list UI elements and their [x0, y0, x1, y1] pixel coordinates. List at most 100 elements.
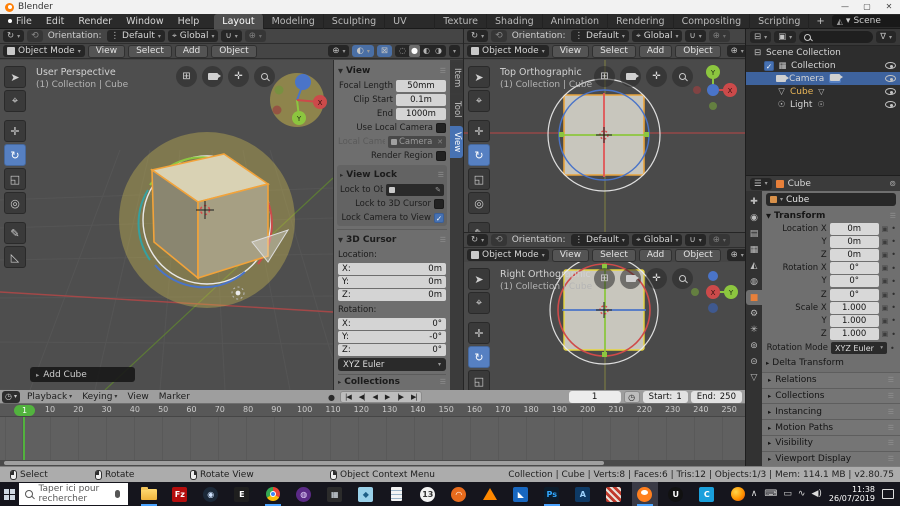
gizmos-dropdown[interactable]: ⊕▾	[727, 249, 745, 261]
cursor-rotation-mode-dropdown[interactable]: XYZ Euler ▾	[338, 358, 446, 371]
display-mode-dropdown[interactable]: ▣▾	[774, 31, 796, 43]
orientation-sync-icon[interactable]: ⟲	[491, 234, 507, 246]
decorator-icon[interactable]: ▣	[882, 304, 889, 312]
taskbar-app-blender[interactable]	[632, 482, 658, 506]
field-value[interactable]: 1.000	[830, 328, 879, 340]
properties-tab-view-layer[interactable]: ▦	[746, 242, 762, 257]
cursor-rot-z[interactable]: Z:0°	[338, 344, 446, 356]
taskbar-app-epic-games[interactable]: E	[229, 482, 255, 506]
render-region-checkbox[interactable]	[436, 151, 446, 161]
panel-viewport-display[interactable]: ▸Viewport Display☰	[762, 451, 900, 466]
rotation-mode-dropdown[interactable]: XYZ Euler▾	[831, 342, 887, 354]
viewport-menu-select[interactable]: Select	[128, 45, 172, 58]
decorator-icon[interactable]: ▣	[882, 251, 889, 259]
shading-solid-button[interactable]: ●	[409, 45, 420, 57]
tool-measure[interactable]: ◺	[4, 246, 26, 268]
jump-to-end-button[interactable]: ▶|	[407, 393, 421, 401]
outliner-item-light[interactable]: ☉Light☉	[746, 98, 900, 111]
operator-panel[interactable]: ▸ Add Cube	[30, 367, 135, 382]
drag-handle-icon[interactable]: ☰	[438, 171, 444, 179]
properties-tab-render[interactable]: ◉	[746, 210, 762, 225]
timeline-menu-keying[interactable]: Keying▾	[77, 392, 122, 402]
field-value[interactable]: 0m	[830, 223, 879, 235]
animate-decorator[interactable]: •	[891, 277, 896, 286]
tray-icon-2[interactable]: ∿	[798, 489, 806, 499]
field-value[interactable]: 0°	[830, 275, 879, 287]
main-3d-viewport[interactable]: Y X User Perspective (1) Collection | Cu…	[0, 60, 333, 390]
zoom-view-button[interactable]	[672, 268, 693, 289]
decorator-icon[interactable]: ▣	[882, 225, 889, 233]
taskbar-clock[interactable]: 11:38 26/07/2019	[829, 485, 875, 503]
field-value[interactable]: 1000m	[396, 108, 446, 120]
play-reverse-button[interactable]: ◀	[368, 393, 380, 401]
tool-move[interactable]: ✛	[468, 120, 490, 142]
pan-view-button[interactable]: ✛	[646, 268, 667, 289]
view-panel-header[interactable]: ▼ View ☰	[338, 64, 446, 77]
animate-decorator[interactable]: •	[891, 250, 896, 259]
outliner-item-cube[interactable]: ▽Cube▽	[746, 85, 900, 98]
drag-handle-icon[interactable]: ☰	[890, 212, 896, 220]
field-value[interactable]: 50mm	[396, 80, 446, 92]
tool-transform[interactable]: ◎	[468, 192, 490, 214]
field-value[interactable]: 0m	[830, 236, 879, 248]
tool-select-box[interactable]: ➤	[468, 268, 490, 290]
microphone-icon[interactable]	[115, 490, 120, 498]
drag-handle-icon[interactable]: ☰	[888, 408, 894, 416]
taskbar-app-app-c[interactable]: C	[694, 482, 720, 506]
workspace-tab-layout[interactable]: Layout	[214, 14, 263, 29]
view-lock-header[interactable]: ▸ View Lock ☰	[340, 168, 444, 181]
ortho-toggle-button[interactable]: ⊞	[176, 66, 197, 87]
menu-help[interactable]: Help	[171, 14, 207, 29]
snap-dropdown[interactable]: ∪▾	[685, 30, 705, 42]
decorator-icon[interactable]: ▣	[882, 264, 889, 272]
taskbar-search-input[interactable]: Taper ici pour rechercher	[19, 483, 127, 505]
mode-dropdown[interactable]: Object Mode▾	[467, 45, 549, 57]
ortho-toggle-button[interactable]: ⊞	[594, 268, 615, 289]
drag-handle-icon[interactable]: ☰	[440, 378, 446, 386]
properties-tab-world[interactable]: ◍	[746, 274, 762, 289]
properties-tab-tool[interactable]: ✚	[746, 194, 762, 209]
lock-camera-checkbox[interactable]: ✓	[434, 213, 444, 223]
taskbar-app-photoshop[interactable]: Ps	[539, 482, 565, 506]
shading-dropdown[interactable]: ▾	[449, 45, 460, 57]
prev-keyframe-button[interactable]: ◀|	[355, 393, 369, 401]
scene-selector[interactable]: ◭ ▾ Scene	[832, 15, 900, 27]
tool-rotate[interactable]: ↻	[468, 144, 490, 166]
local-camera-field[interactable]: Camera ✕	[388, 136, 446, 148]
lock-to-object-field[interactable]: ✎	[386, 184, 444, 196]
proportional-editing-dropdown[interactable]: ⊕▾	[709, 30, 730, 42]
drag-handle-icon[interactable]: ☰	[888, 392, 894, 400]
properties-tab-scene[interactable]: ◭	[746, 258, 762, 273]
outliner-search-input[interactable]	[799, 31, 873, 43]
shading-rendered-button[interactable]: ◑	[433, 45, 444, 57]
properties-tab-modifiers[interactable]: ⚙	[746, 306, 762, 321]
decorator-icon[interactable]: ▣	[882, 238, 889, 246]
visibility-eye-icon[interactable]	[885, 88, 896, 95]
cursor-loc-x[interactable]: X:0m	[338, 263, 446, 275]
snap-dropdown[interactable]: ∪▾	[221, 30, 241, 42]
outliner-item-collection[interactable]: ✓▦Collection	[746, 59, 900, 72]
tool-select-box[interactable]: ➤	[4, 66, 26, 88]
auto-keying-button[interactable]: ◷	[624, 391, 640, 403]
close-button[interactable]: ✕	[878, 0, 900, 14]
tool-cursor[interactable]: ⌖	[468, 90, 490, 112]
taskbar-app-app-blue-triangle[interactable]: ◣	[508, 482, 534, 506]
taskbar-app-app-purple[interactable]: ◍	[291, 482, 317, 506]
field-value[interactable]: 0°	[830, 289, 879, 301]
collection-checkbox[interactable]: ✓	[764, 61, 774, 71]
tool-scale[interactable]: ◱	[468, 168, 490, 190]
taskbar-app-paint-3d[interactable]: ◆	[353, 482, 379, 506]
animate-decorator[interactable]: •	[891, 316, 896, 325]
outliner-item-scene-collection[interactable]: ⊟Scene Collection	[746, 46, 900, 59]
taskbar-app-calculator[interactable]: ▦	[322, 482, 348, 506]
start-button[interactable]	[0, 482, 19, 506]
field-value[interactable]: 0m	[830, 249, 879, 261]
animate-decorator[interactable]: •	[891, 237, 896, 246]
properties-tab-output[interactable]: ▤	[746, 226, 762, 241]
camera-view-button[interactable]	[620, 66, 641, 87]
right-ortho-viewport[interactable]: X Y Right Orthographic (1) Collection | …	[463, 262, 745, 390]
maximize-button[interactable]: ▢	[856, 0, 878, 14]
cursor-panel-header[interactable]: ▼ 3D Cursor ☰	[338, 233, 446, 246]
outliner-item-camera[interactable]: Camera	[746, 72, 900, 85]
next-keyframe-button[interactable]: |▶	[393, 393, 407, 401]
